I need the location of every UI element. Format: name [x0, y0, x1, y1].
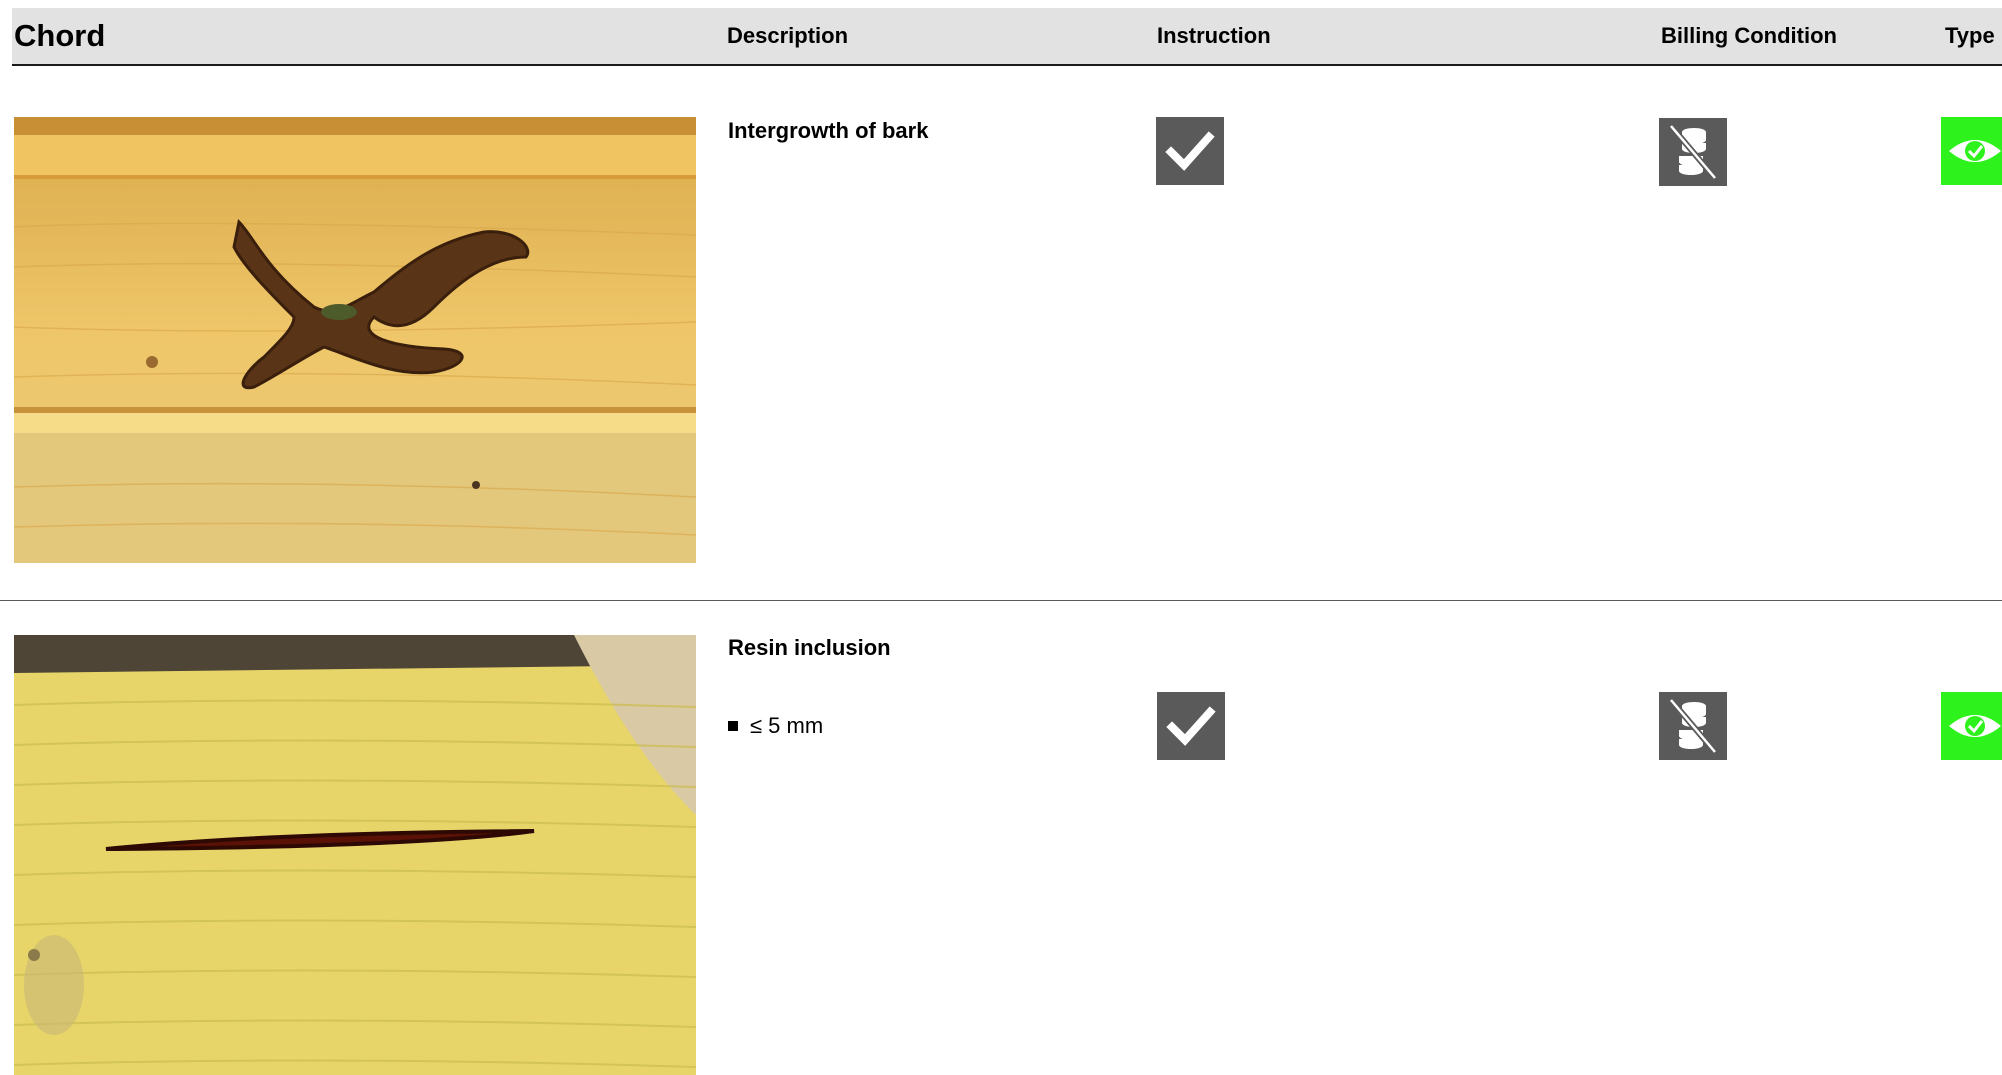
header-instruction: Instruction: [1157, 23, 1271, 48]
checkmark-icon: [1157, 692, 1225, 760]
eye-icon: [1941, 117, 2002, 185]
defect-title: Resin inclusion: [728, 635, 891, 660]
no-coins-icon: [1659, 692, 1727, 760]
header-billing-condition: Billing Condition: [1661, 23, 1837, 48]
criterion-text: ≤ 5 mm: [750, 713, 824, 738]
bullet-square-icon: [728, 721, 738, 731]
defect-title: Intergrowth of bark: [728, 118, 929, 143]
table-header: Chord Description Instruction Billing Co…: [12, 8, 2002, 66]
table-row: Resin inclusion ≤ 5 mm: [0, 601, 2002, 1075]
checkmark-icon: [1156, 117, 1224, 185]
defect-criterion: ≤ 5 mm: [728, 713, 823, 739]
table-row: Intergrowth of bark: [0, 64, 2002, 601]
header-chord: Chord: [14, 18, 106, 53]
no-coins-icon: [1659, 118, 1727, 186]
header-type: Type: [1945, 23, 1995, 48]
resin-inclusion-photo: [14, 635, 696, 1075]
header-description: Description: [727, 23, 849, 48]
eye-icon: [1941, 692, 2002, 760]
bark-intergrowth-photo: [14, 117, 696, 563]
page: Chord Description Instruction Billing Co…: [0, 0, 2002, 1075]
